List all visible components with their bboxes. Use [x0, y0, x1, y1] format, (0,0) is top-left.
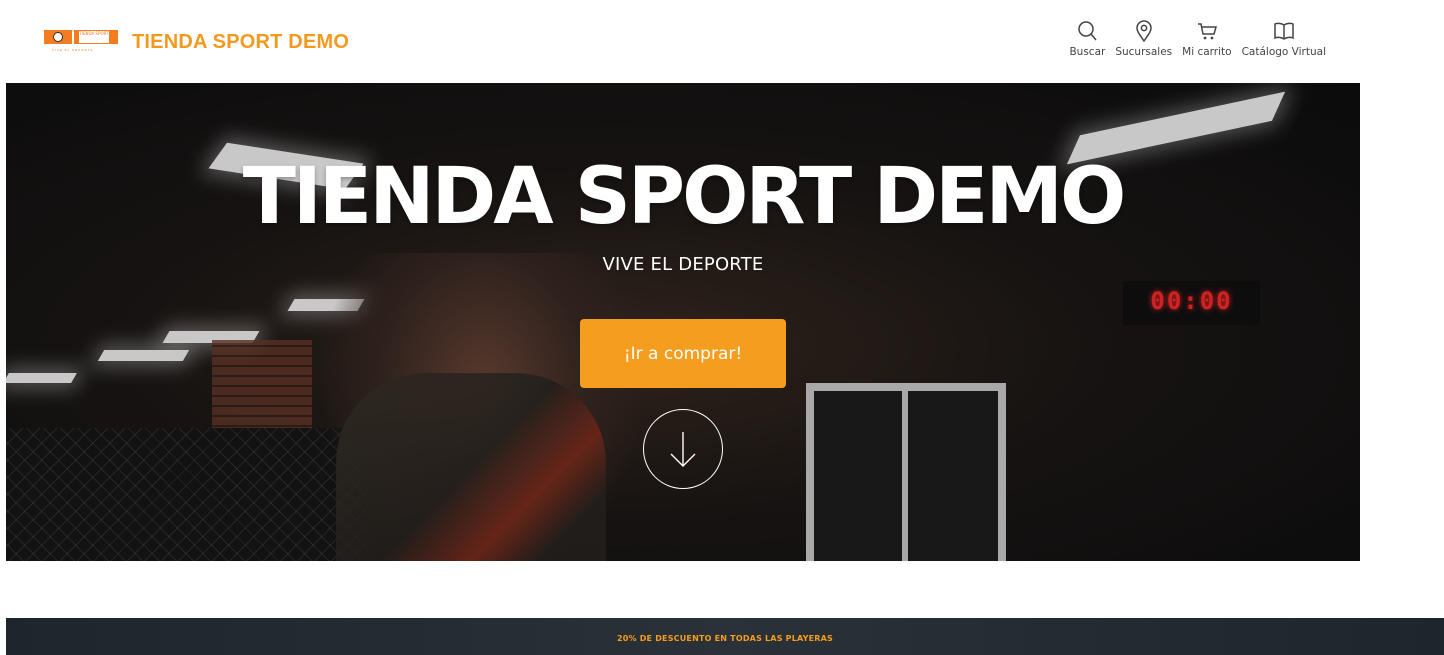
nav-catalogo-virtual[interactable]: Catálogo Virtual: [1242, 20, 1326, 58]
hero-banner: 00:00 TIENDA SPORT DEMO VIVE EL DEPORTE …: [6, 83, 1360, 561]
brand-logo: TIENDA SPORT VIVE EL DEPORTE: [44, 27, 118, 57]
nav-mi-carrito[interactable]: Mi carrito: [1182, 20, 1232, 58]
nav-label-sucursales: Sucursales: [1115, 46, 1173, 58]
nav-label-catalogo-virtual: Catálogo Virtual: [1241, 46, 1326, 58]
promo-banner[interactable]: 20% DE DESCUENTO EN TODAS LAS PLAYERAS: [6, 618, 1444, 655]
header-nav: Buscar Sucursales Mi carrito Catálogo Vi…: [1059, 20, 1326, 58]
arrow-down-icon: [670, 432, 696, 467]
nav-sucursales[interactable]: Sucursales: [1115, 20, 1172, 58]
hero-subtitle: VIVE EL DEPORTE: [602, 254, 764, 275]
soccer-ball-icon: [53, 32, 63, 42]
shop-now-button[interactable]: ¡Ir a comprar!: [580, 319, 786, 388]
search-icon: [1078, 21, 1097, 41]
scroll-down-button[interactable]: [643, 409, 723, 489]
logo-text: TIENDA SPORT: [79, 31, 109, 43]
logo-tagline: VIVE EL DEPORTE: [52, 48, 94, 52]
nav-buscar[interactable]: Buscar: [1069, 20, 1105, 58]
brand-link[interactable]: TIENDA SPORT VIVE EL DEPORTE TIENDA SPOR…: [44, 25, 349, 59]
location-pin-icon: [1135, 20, 1152, 42]
hero-title: TIENDA SPORT DEMO: [242, 152, 1127, 242]
site-header: TIENDA SPORT VIVE EL DEPORTE TIENDA SPOR…: [0, 0, 1444, 82]
cart-icon: [1197, 23, 1217, 40]
book-icon: [1274, 22, 1294, 40]
brand-name: TIENDA SPORT DEMO: [132, 31, 350, 53]
nav-label-mi-carrito: Mi carrito: [1182, 46, 1232, 58]
promo-text: 20% DE DESCUENTO EN TODAS LAS PLAYERAS: [616, 634, 834, 643]
nav-label-buscar: Buscar: [1069, 46, 1106, 58]
